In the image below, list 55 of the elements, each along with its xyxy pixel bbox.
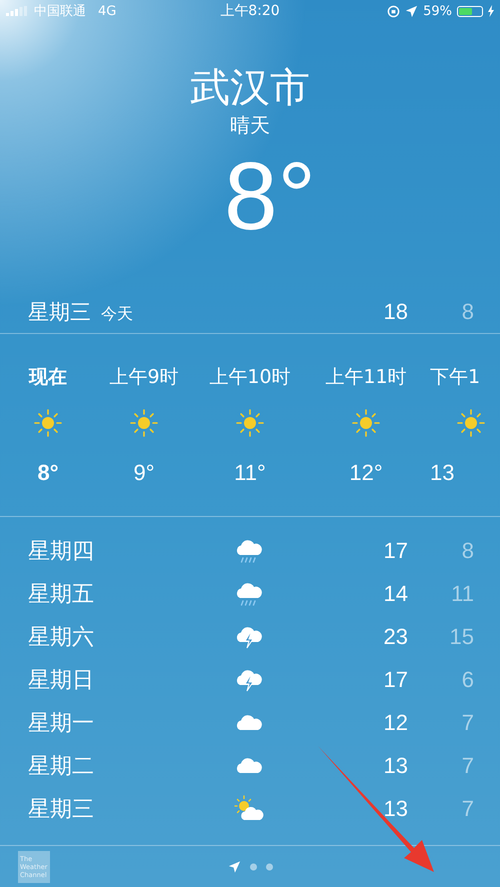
sun-icon: [129, 408, 159, 438]
low-temperature: 7: [460, 796, 475, 822]
high-temperature: 23: [382, 624, 408, 650]
high-temperature: 12: [382, 710, 408, 736]
low-temperature: 8: [460, 538, 475, 564]
weather-condition: 晴天: [230, 112, 270, 138]
network-type: 4G: [98, 4, 116, 18]
hour-label: 上午11时: [325, 365, 407, 390]
page-dot[interactable]: [250, 863, 257, 870]
battery-percent: 59%: [423, 4, 452, 18]
sun-icon: [351, 408, 381, 438]
hour-temperature: 8°: [37, 460, 59, 486]
high-temperature: 17: [382, 666, 408, 692]
sun-icon: [33, 408, 63, 438]
location-page-icon[interactable]: [228, 860, 241, 873]
hour-label: 上午9时: [109, 365, 179, 390]
day-name: 星期六: [28, 624, 95, 652]
high-temperature: 18: [382, 299, 408, 325]
high-temperature: 17: [382, 538, 408, 564]
low-temperature: 8: [460, 299, 475, 325]
day-name: 星期五: [28, 580, 95, 608]
location-arrow-icon: [405, 4, 418, 18]
day-name: 星期一: [28, 710, 95, 738]
page-dot[interactable]: [266, 863, 273, 870]
sun-icon: [235, 408, 265, 438]
day-name: 星期四: [28, 538, 95, 566]
day-name: 星期三: [28, 796, 95, 824]
day-name: 星期日: [28, 666, 95, 694]
hour-label: 现在: [29, 365, 67, 390]
day-name: 星期二: [28, 752, 95, 780]
battery-icon: [456, 6, 483, 16]
hour-temperature: 11°: [234, 460, 266, 486]
carrier-name: 中国联通: [34, 3, 86, 20]
sun-icon: [456, 408, 486, 438]
status-time: 上午8:20: [220, 2, 280, 20]
hour-temperature: 12°: [349, 460, 383, 486]
low-temperature: 6: [460, 666, 475, 692]
rotation-lock-icon: [387, 4, 400, 18]
low-temperature: 7: [460, 710, 475, 736]
low-temperature: 15: [448, 624, 475, 650]
high-temperature: 13: [382, 796, 408, 822]
hour-label: 下午1: [430, 365, 480, 390]
high-temperature: 13: [382, 752, 408, 778]
current-temperature: 8°: [223, 142, 316, 252]
today-label: 今天: [101, 304, 134, 325]
high-temperature: 14: [382, 580, 408, 606]
hour-temperature: 13: [430, 460, 454, 486]
day-name: 星期三: [28, 299, 91, 326]
low-temperature: 7: [460, 752, 475, 778]
city-name: 武汉市: [190, 64, 310, 112]
signal-icon: [6, 6, 28, 16]
charging-icon: [488, 5, 494, 17]
hour-temperature: 9°: [133, 460, 155, 486]
low-temperature: 11: [450, 580, 475, 606]
hour-label: 上午10时: [209, 365, 291, 390]
